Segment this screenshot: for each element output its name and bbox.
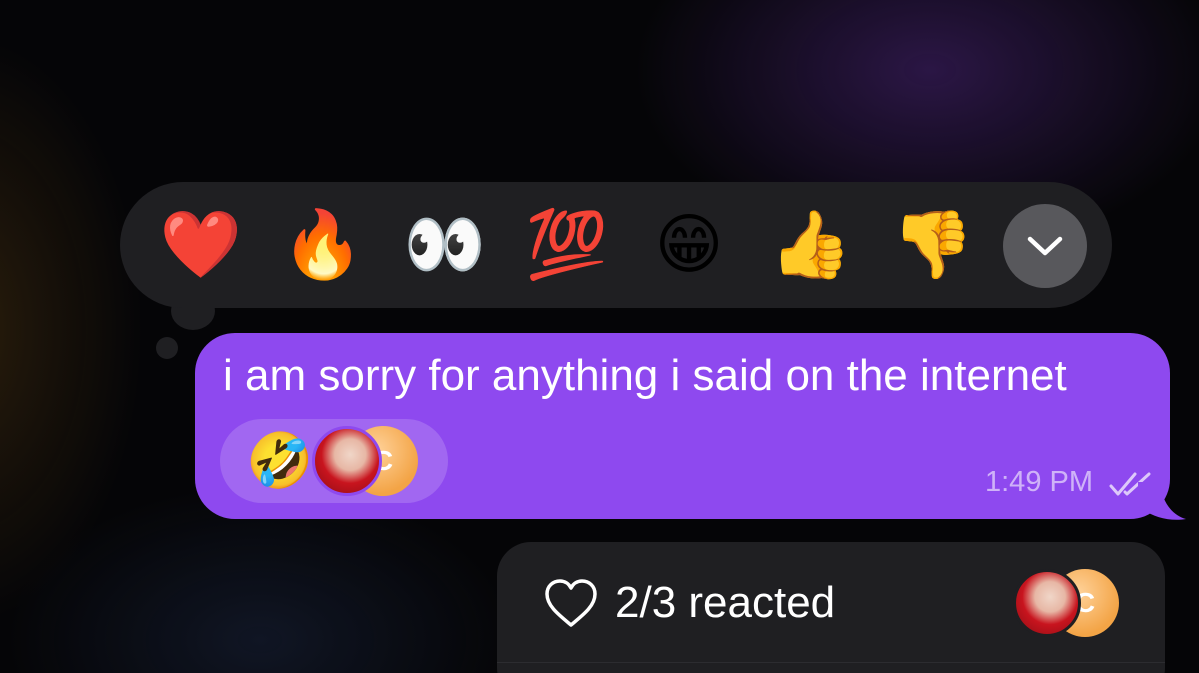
reaction-red-heart-button[interactable]: ❤️ bbox=[140, 195, 262, 295]
reaction-eyes-button[interactable]: 👀 bbox=[384, 195, 506, 295]
message-bubble[interactable]: i am sorry for anything i said on the in… bbox=[195, 333, 1170, 519]
message-reaction-pill[interactable]: 🤣 C bbox=[220, 419, 448, 503]
rolling-laughing-emoji: 🤣 bbox=[246, 429, 314, 492]
reaction-hundred-button[interactable]: 💯 bbox=[506, 195, 628, 295]
reaction-fire-button[interactable]: 🔥 bbox=[262, 195, 384, 295]
reacted-summary-row[interactable]: 2/3 reacted C bbox=[497, 542, 1165, 662]
heart-outline-icon bbox=[545, 579, 597, 627]
reactor-avatar-photo bbox=[312, 426, 382, 496]
picker-tail-small bbox=[156, 337, 178, 359]
reacted-count-text: 2/3 reacted bbox=[615, 578, 836, 627]
message-timestamp: 1:49 PM bbox=[985, 466, 1093, 498]
reacted-avatar-photo bbox=[1013, 569, 1081, 637]
reaction-grin-button[interactable]: 😁 bbox=[628, 195, 750, 295]
expand-reactions-button[interactable] bbox=[1003, 204, 1087, 288]
reaction-picker: ❤️ 🔥 👀 💯 😁 👍 👎 bbox=[120, 182, 1112, 308]
reacted-summary[interactable]: 2/3 reacted C bbox=[497, 542, 1165, 673]
message-bubble-tail bbox=[1138, 482, 1186, 520]
message-text: i am sorry for anything i said on the in… bbox=[223, 351, 1067, 400]
chevron-down-icon bbox=[1027, 236, 1063, 256]
reaction-thumbs-down-button[interactable]: 👎 bbox=[872, 195, 994, 295]
divider bbox=[497, 662, 1165, 663]
reaction-thumbs-up-button[interactable]: 👍 bbox=[750, 195, 872, 295]
